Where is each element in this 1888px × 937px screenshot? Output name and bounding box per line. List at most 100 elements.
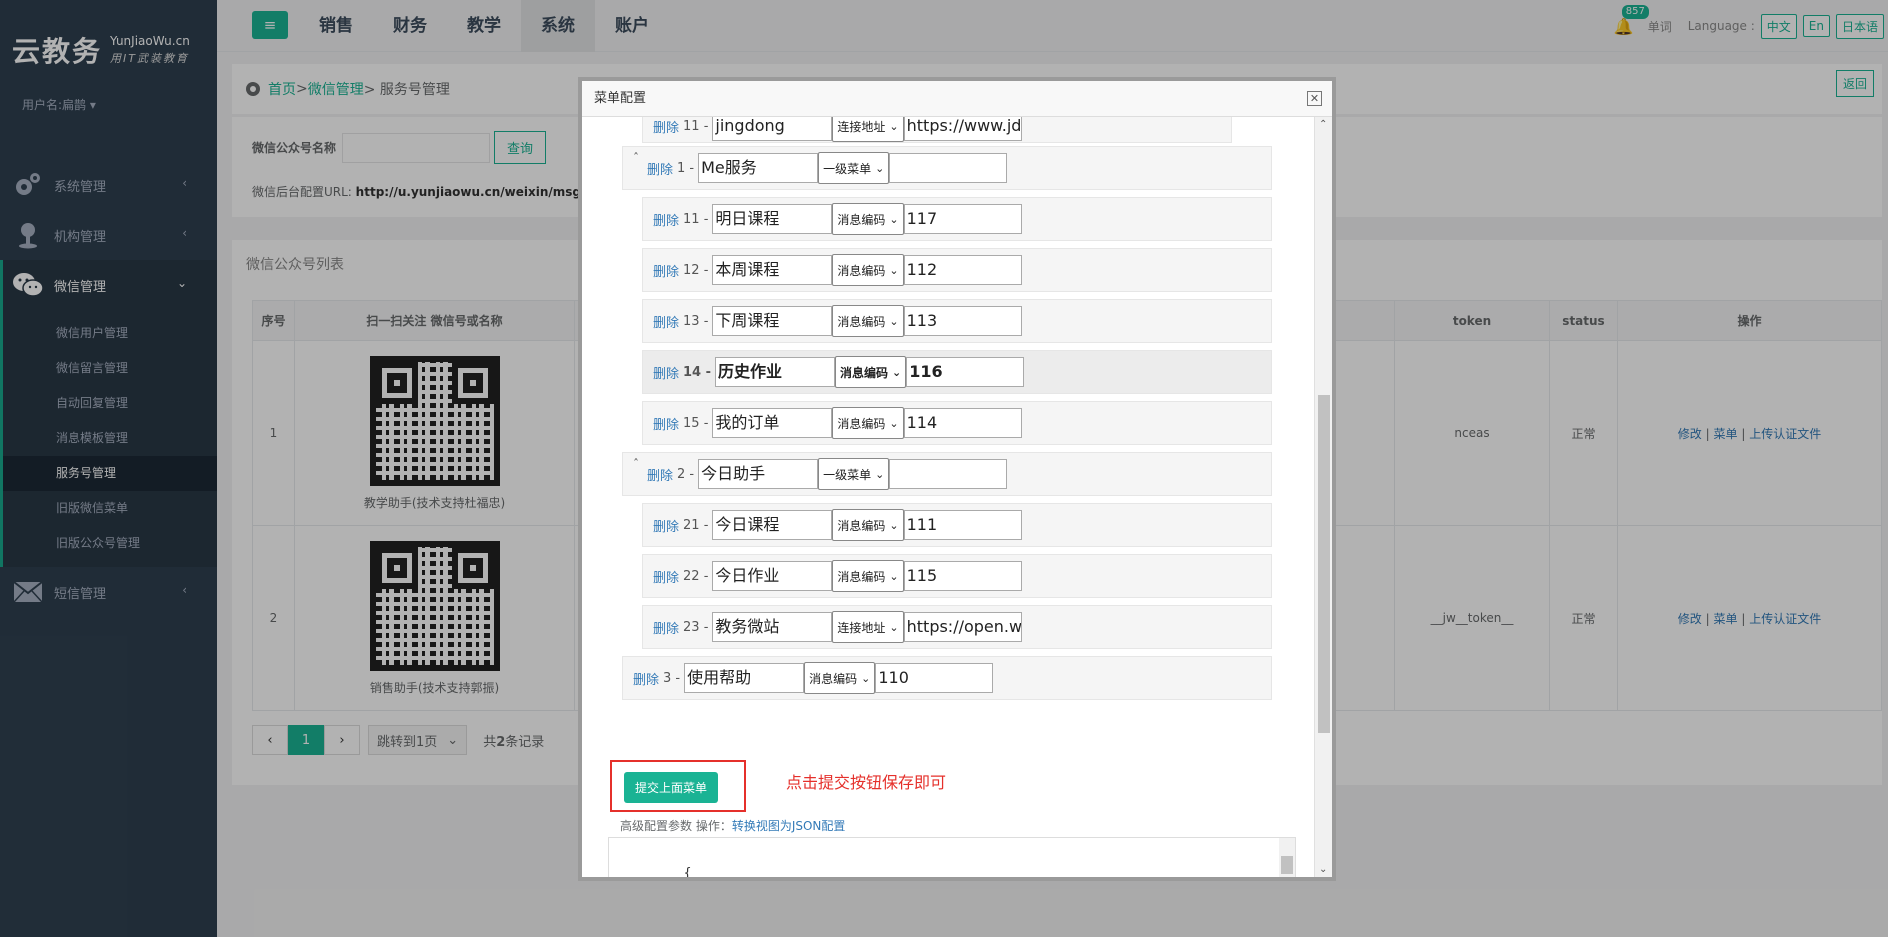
delete-link[interactable]: 删除 — [653, 516, 679, 535]
menu-value-input[interactable] — [889, 459, 1008, 489]
menu-type-select[interactable]: 消息编码 ⌄ — [832, 203, 904, 235]
menu-value-input[interactable]: 114 — [903, 408, 1022, 438]
menu-type-select[interactable]: 消息编码 ⌄ — [832, 305, 904, 337]
delete-link[interactable]: 删除 — [653, 210, 679, 229]
menu-type-select[interactable]: 一级菜单 ⌄ — [818, 458, 890, 490]
menu-value-input[interactable]: 116 — [906, 357, 1025, 387]
delete-link[interactable]: 删除 — [633, 669, 659, 688]
chevron-down-icon: ⌄ — [889, 416, 899, 430]
menu-type-value: 消息编码 — [837, 314, 886, 329]
chevron-down-icon: ⌄ — [875, 161, 885, 175]
menu-name-input[interactable]: 教务微站 — [712, 612, 833, 642]
delete-link[interactable]: 删除 — [653, 363, 679, 382]
menu-row: 删除 23 - 教务微站 连接地址 ⌄ https://open.we — [642, 605, 1272, 649]
chevron-down-icon: ⌄ — [889, 518, 899, 532]
menu-config-modal: 菜单配置 ✕ 删除 11 - jingdong 连接地址 ⌄ https://www.jd… — [578, 77, 1336, 881]
menu-index: 22 - — [683, 568, 709, 584]
menu-value-input[interactable]: 110 — [875, 663, 994, 693]
menu-name-input[interactable]: 我的订单 — [712, 408, 833, 438]
menu-index: 23 - — [683, 619, 709, 635]
delete-link[interactable]: 删除 — [653, 567, 679, 586]
menu-row: 删除11 -jingdong连接地址⌄https://www.jd.c — [642, 117, 1232, 143]
menu-row: 删除 21 - 今日课程 消息编码 ⌄ 111 — [642, 503, 1272, 547]
menu-type-value: 一级菜单 — [823, 161, 872, 176]
scroll-thumb[interactable] — [1318, 395, 1330, 733]
submit-menu-button[interactable]: 提交上面菜单 — [624, 772, 719, 803]
menu-type-select[interactable]: 消息编码 ⌄ — [832, 407, 904, 439]
collapse-toggle-icon[interactable]: ˆ — [633, 151, 639, 165]
modal-scrollbar[interactable]: ⌃ ⌄ — [1314, 117, 1332, 877]
menu-type-value: 消息编码 — [837, 518, 886, 533]
menu-index: 2 - — [677, 466, 695, 482]
app-root: 云教务 YunJiaoWu.cn 用IT武装教育 用户名:扁鹊 ▾ 系统管理 ‹… — [0, 0, 1888, 937]
menu-name-input[interactable]: jingdong — [712, 117, 833, 141]
chevron-down-icon: ⌄ — [889, 119, 899, 133]
delete-link[interactable]: 删除 — [653, 414, 679, 433]
menu-type-select[interactable]: 消息编码 ⌄ — [832, 254, 904, 286]
chevron-down-icon: ⌄ — [861, 671, 871, 685]
json-scrollbar[interactable] — [1279, 838, 1295, 877]
close-icon[interactable]: ✕ — [1307, 91, 1322, 106]
scroll-up-icon[interactable]: ⌃ — [1319, 119, 1327, 130]
json-text: { "button": [ { "name": "Me服务", — [683, 866, 692, 877]
menu-name-input[interactable]: 今日作业 — [712, 561, 833, 591]
menu-type-select[interactable]: 消息编码 ⌄ — [832, 509, 904, 541]
menu-row: 删除 15 - 我的订单 消息编码 ⌄ 114 — [642, 401, 1272, 445]
menu-type-value: 一级菜单 — [823, 467, 872, 482]
json-config-textarea[interactable]: { "button": [ { "name": "Me服务", — [608, 837, 1296, 877]
delete-link[interactable]: 删除 — [647, 159, 673, 178]
menu-type-select[interactable]: 连接地址 ⌄ — [832, 117, 904, 142]
delete-link[interactable]: 删除 — [653, 261, 679, 280]
chevron-down-icon: ⌄ — [875, 467, 885, 481]
delete-link[interactable]: 删除 — [653, 312, 679, 331]
menu-type-select[interactable]: 一级菜单 ⌄ — [818, 152, 890, 184]
menu-type-value: 消息编码 — [809, 671, 858, 686]
menu-index: 14 - — [683, 364, 712, 380]
menu-name-input[interactable]: 下周课程 — [712, 306, 833, 336]
menu-type-select[interactable]: 消息编码 ⌄ — [804, 662, 876, 694]
json-scroll-thumb[interactable] — [1281, 856, 1293, 874]
menu-type-value: 连接地址 — [837, 119, 886, 134]
menu-row: 删除 14 - 历史作业 消息编码 ⌄ 116 — [642, 350, 1272, 394]
menu-name-input[interactable]: 本周课程 — [712, 255, 833, 285]
scroll-down-icon[interactable]: ⌄ — [1319, 864, 1327, 875]
delete-link[interactable]: 删除 — [653, 618, 679, 637]
menu-index: 1 - — [677, 160, 695, 176]
menu-name-input[interactable]: 今日课程 — [712, 510, 833, 540]
menu-index: 11 - — [683, 211, 709, 227]
menu-index: 15 - — [683, 415, 709, 431]
chevron-down-icon: ⌄ — [889, 620, 899, 634]
menu-value-input[interactable]: 117 — [903, 204, 1022, 234]
advanced-config: 高级配置参数 操作：转换视图为JSON配置 — [620, 817, 845, 834]
menu-index: 12 - — [683, 262, 709, 278]
menu-type-value: 消息编码 — [837, 569, 886, 584]
delete-link[interactable]: 删除 — [647, 465, 673, 484]
menu-value-input[interactable]: 113 — [903, 306, 1022, 336]
menu-type-value: 连接地址 — [837, 620, 886, 635]
menu-value-input[interactable]: https://www.jd.c — [903, 117, 1022, 141]
menu-name-input[interactable]: 明日课程 — [712, 204, 833, 234]
menu-type-select[interactable]: 消息编码 ⌄ — [832, 560, 904, 592]
chevron-down-icon: ⌄ — [892, 365, 902, 379]
menu-value-input[interactable]: 111 — [903, 510, 1022, 540]
advanced-label: 高级配置参数 操作： — [620, 819, 732, 833]
menu-type-value: 消息编码 — [837, 416, 886, 431]
delete-link[interactable]: 删除 — [653, 117, 679, 136]
modal-body: 删除11 -jingdong连接地址⌄https://www.jd.cˆ删除1 … — [582, 117, 1322, 877]
menu-name-input[interactable]: 使用帮助 — [684, 663, 805, 693]
menu-name-input[interactable]: 今日助手 — [698, 459, 819, 489]
menu-index: 21 - — [683, 517, 709, 533]
menu-type-select[interactable]: 连接地址 ⌄ — [832, 611, 904, 643]
menu-name-input[interactable]: 历史作业 — [715, 357, 836, 387]
menu-value-input[interactable] — [889, 153, 1008, 183]
chevron-down-icon: ⌄ — [889, 569, 899, 583]
collapse-toggle-icon[interactable]: ˆ — [633, 457, 639, 471]
menu-name-input[interactable]: Me服务 — [698, 153, 819, 183]
menu-type-value: 消息编码 — [837, 212, 886, 227]
menu-type-select[interactable]: 消息编码 ⌄ — [835, 356, 907, 388]
submit-highlight-box: 提交上面菜单 — [610, 760, 746, 812]
menu-value-input[interactable]: 115 — [903, 561, 1022, 591]
json-view-link[interactable]: 转换视图为JSON配置 — [732, 819, 846, 833]
menu-value-input[interactable]: https://open.we — [903, 612, 1022, 642]
menu-value-input[interactable]: 112 — [903, 255, 1022, 285]
